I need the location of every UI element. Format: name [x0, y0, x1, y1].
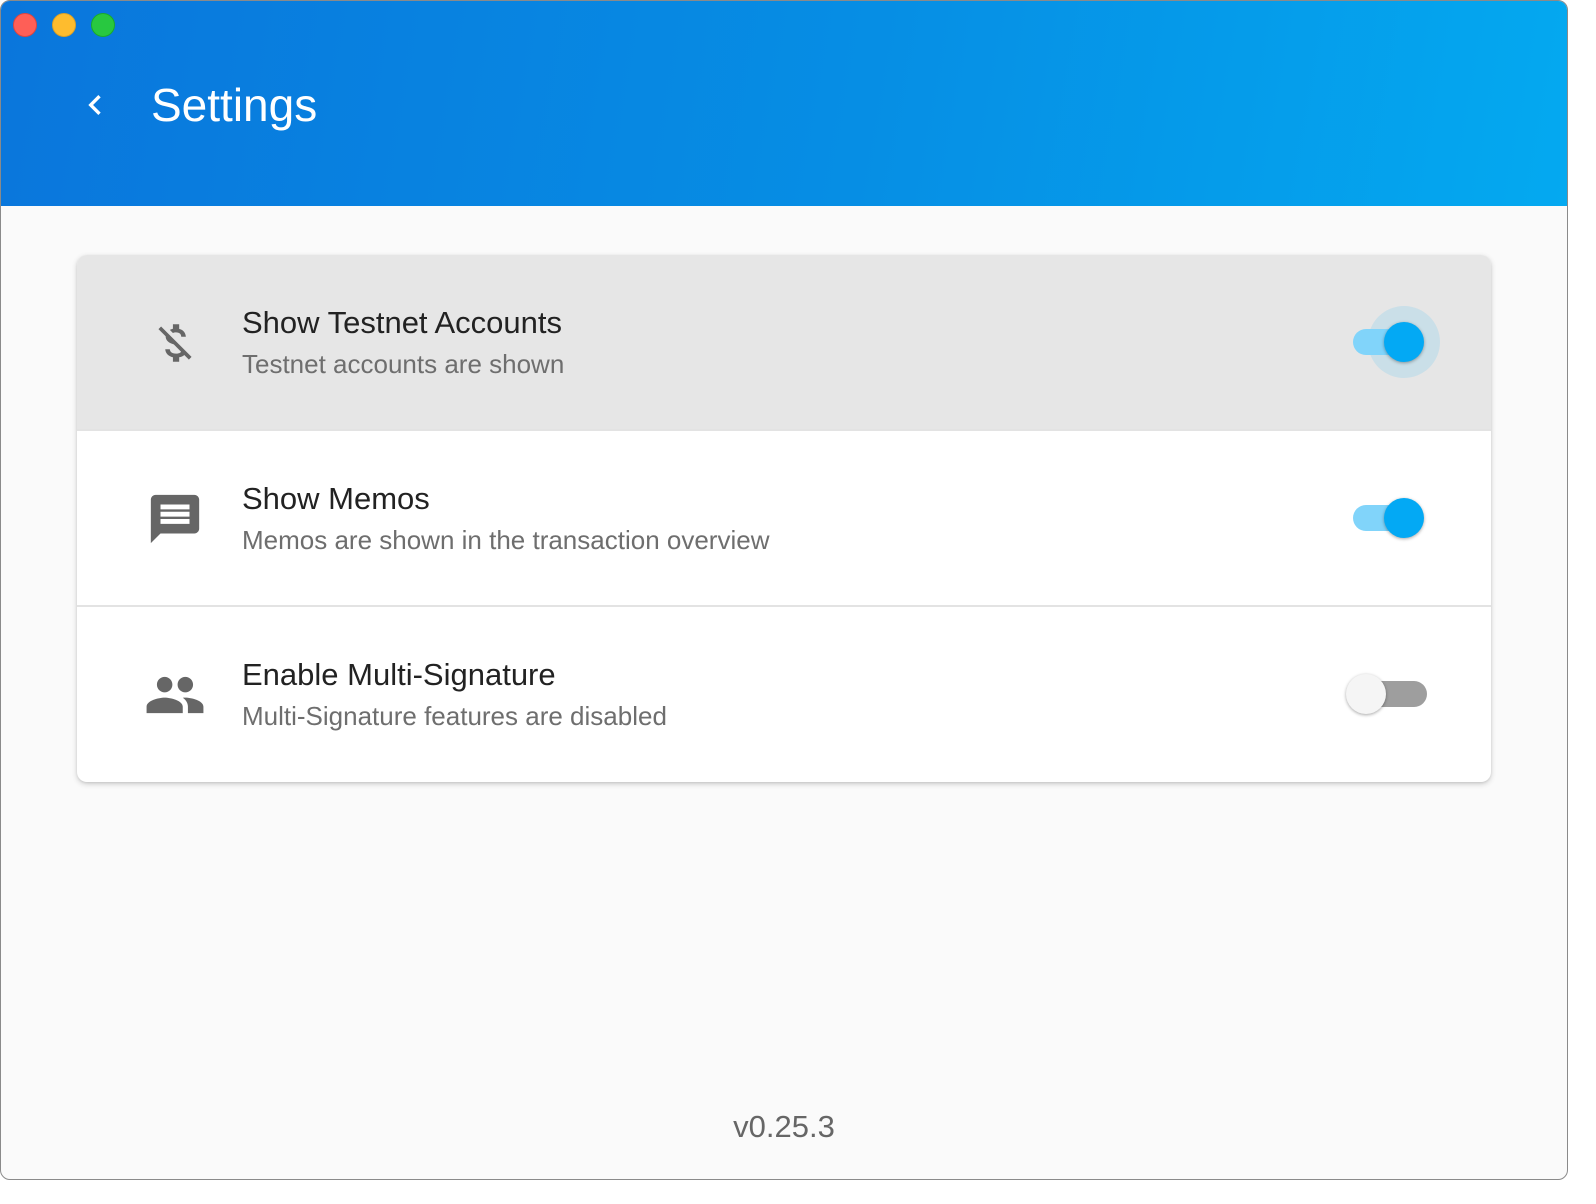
setting-row-multi-signature[interactable]: Enable Multi-Signature Multi-Signature f… — [77, 607, 1491, 782]
toggle-thumb — [1384, 322, 1424, 362]
testnet-accounts-toggle[interactable] — [1353, 306, 1440, 378]
app-version: v0.25.3 — [733, 1109, 835, 1144]
people-icon — [139, 665, 211, 725]
window-maximize-button[interactable] — [91, 13, 115, 37]
setting-title: Show Memos — [242, 481, 430, 516]
setting-description: Multi-Signature features are disabled — [242, 701, 667, 731]
back-button[interactable] — [71, 81, 119, 129]
settings-list: Show Testnet Accounts Testnet accounts a… — [77, 255, 1491, 782]
show-memos-toggle[interactable] — [1353, 494, 1427, 542]
toggle-thumb — [1384, 498, 1424, 538]
setting-row-testnet-accounts[interactable]: Show Testnet Accounts Testnet accounts a… — [77, 255, 1491, 431]
window-close-button[interactable] — [13, 13, 37, 37]
message-icon — [139, 489, 211, 549]
app-bar: Settings — [1, 1, 1567, 206]
setting-title: Show Testnet Accounts — [242, 305, 562, 340]
multi-signature-toggle[interactable] — [1346, 670, 1427, 718]
setting-description: Memos are shown in the transaction overv… — [242, 525, 770, 555]
setting-row-show-memos[interactable]: Show Memos Memos are shown in the transa… — [77, 431, 1491, 607]
page-title: Settings — [151, 79, 318, 131]
money-off-icon — [139, 313, 211, 373]
chevron-left-icon — [88, 95, 101, 115]
app-window: Settings Show Testnet Accounts Testnet a… — [0, 0, 1568, 1180]
window-minimize-button[interactable] — [52, 13, 76, 37]
setting-description: Testnet accounts are shown — [242, 349, 565, 379]
setting-title: Enable Multi-Signature — [242, 657, 556, 692]
toggle-thumb — [1346, 674, 1386, 714]
